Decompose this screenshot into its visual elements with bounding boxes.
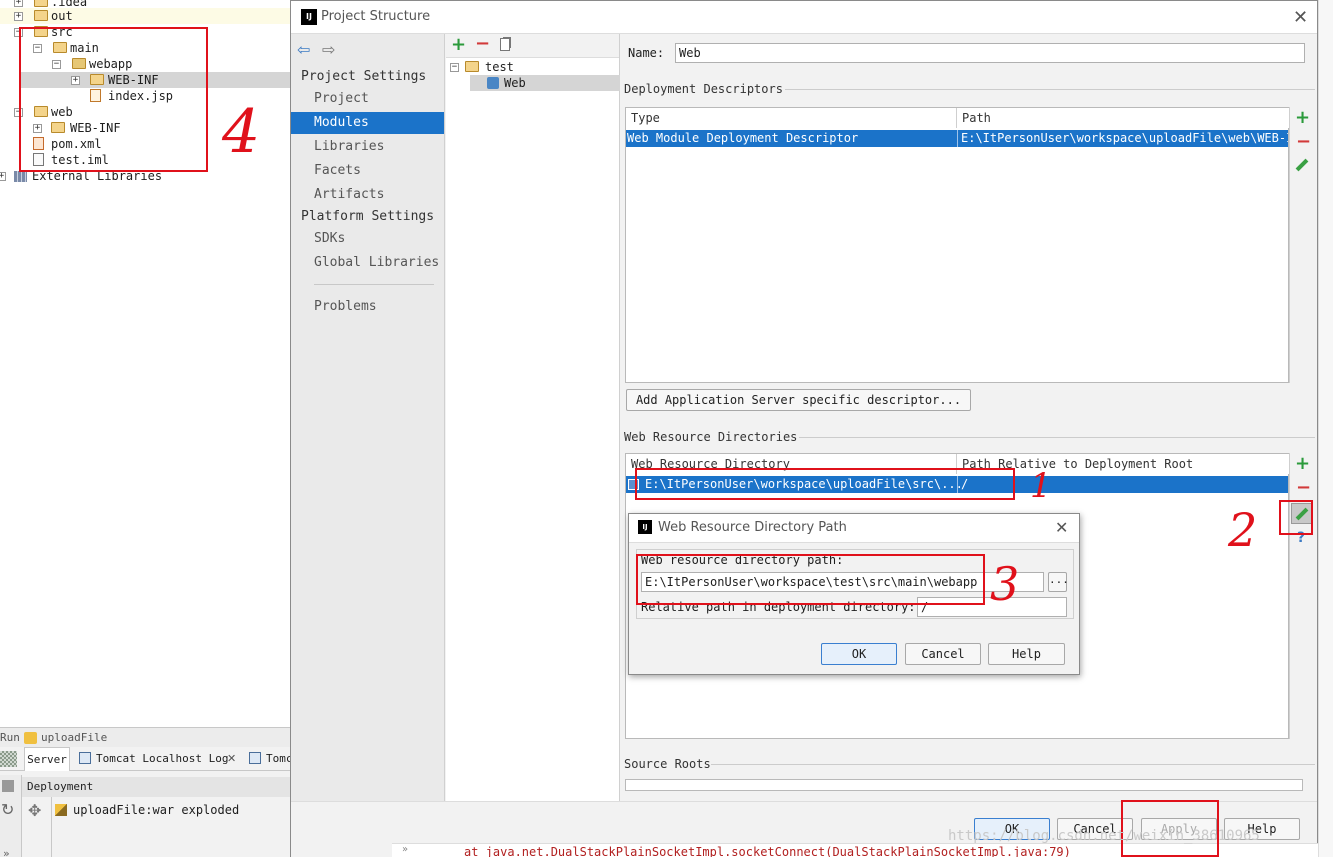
nav-item-sdks[interactable]: SDKs	[291, 228, 444, 250]
deployment-descriptors-header: Deployment Descriptors	[624, 82, 783, 96]
deployment-descriptors-table[interactable]: Type Path Web Module Deployment Descript…	[625, 107, 1290, 383]
collapse-icon[interactable]: −	[450, 63, 459, 72]
source-roots-header: Source Roots	[624, 757, 711, 771]
edit-icon[interactable]	[1295, 158, 1309, 172]
web-resource-directories-header: Web Resource Directories	[624, 430, 798, 444]
tomcat-icon	[24, 732, 37, 744]
browse-button[interactable]: ...	[1048, 572, 1069, 592]
web-facet-icon	[487, 77, 499, 89]
section-divider	[785, 89, 1315, 90]
move-icon[interactable]: ✥	[28, 801, 41, 820]
expand-icon[interactable]: +	[14, 0, 23, 7]
cancel-button[interactable]: Cancel	[905, 643, 981, 665]
project-structure-dialog: IJ Project Structure ✕ ⇦ ⇨ Project Setti…	[290, 0, 1318, 857]
help-button[interactable]: Help	[988, 643, 1065, 665]
close-tab-icon[interactable]: ✕	[227, 747, 236, 771]
run-panel: Run uploadFile Server Tomcat Localhost L…	[0, 727, 292, 857]
settings-nav: ⇦ ⇨ Project Settings Project Modules Lib…	[291, 34, 445, 801]
nav-item-libraries[interactable]: Libraries	[291, 136, 444, 158]
copy-icon[interactable]	[500, 38, 510, 51]
stop-icon[interactable]	[2, 780, 14, 792]
annotation-number-2: 2	[1228, 503, 1258, 557]
descriptor-toolbar: + −	[1289, 107, 1313, 383]
annotation-box-path-input	[636, 554, 985, 605]
close-icon[interactable]: ✕	[1055, 519, 1068, 537]
sub-dialog-title-bar: IJ Web Resource Directory Path ✕	[629, 514, 1079, 543]
expand-icon[interactable]: +	[14, 12, 23, 21]
folder-icon	[34, 0, 48, 7]
add-icon[interactable]: +	[1295, 455, 1310, 473]
section-divider	[799, 437, 1315, 438]
platform-settings-header: Platform Settings	[301, 209, 435, 224]
run-side-toolbar: ↻ »	[0, 775, 22, 857]
background-editor-edge	[1318, 0, 1333, 857]
annotation-box-project-tree	[19, 27, 208, 172]
column-header-type[interactable]: Type	[626, 108, 957, 128]
ok-button[interactable]: OK	[821, 643, 897, 665]
folder-icon	[34, 10, 48, 21]
add-icon[interactable]: +	[1295, 109, 1310, 127]
remove-icon[interactable]: −	[475, 35, 490, 53]
close-icon[interactable]: ✕	[1293, 9, 1308, 27]
facet-editor: Name: Web Deployment Descriptors Type Pa…	[621, 34, 1317, 801]
annotation-box-resource-row	[635, 468, 1015, 500]
log-icon	[79, 752, 91, 764]
intellij-logo-icon: IJ	[301, 9, 317, 25]
run-tabs: Server Tomcat Localhost Log ✕ Tomc	[0, 747, 292, 771]
module-folder-icon	[465, 61, 479, 72]
nav-item-facets[interactable]: Facets	[291, 160, 444, 182]
module-tree-web[interactable]: Web	[470, 75, 620, 91]
deployment-header: Deployment	[22, 777, 292, 797]
module-tree: + − − test Web	[446, 34, 620, 801]
nav-item-project[interactable]: Project	[291, 88, 444, 110]
column-header-path[interactable]: Path	[957, 108, 1290, 128]
artifact-icon	[55, 804, 67, 816]
nav-item-problems[interactable]: Problems	[291, 296, 444, 318]
annotation-number-3: 3	[990, 557, 1020, 611]
watermark: https://blog.csdn.net/weixin_38610965	[948, 828, 1260, 844]
dialog-title: Project Structure	[321, 9, 431, 24]
nav-item-global-libraries[interactable]: Global Libraries	[291, 252, 444, 274]
annotation-number-4: 4	[222, 97, 261, 167]
source-roots-list[interactable]	[625, 779, 1303, 791]
tab-tomcat-catalina-log[interactable]: Tomc	[246, 747, 292, 771]
tab-server[interactable]: Server	[24, 747, 70, 771]
sub-dialog-title: Web Resource Directory Path	[658, 520, 847, 535]
more-icon[interactable]: »	[402, 844, 408, 855]
tab-tomcat-localhost-log[interactable]: Tomcat Localhost Log ✕	[76, 747, 242, 771]
forward-arrow-icon[interactable]: ⇨	[322, 40, 335, 59]
add-icon[interactable]: +	[451, 36, 466, 54]
tree-item-out[interactable]: + out	[0, 8, 292, 24]
deployment-toolbar: ✥	[22, 797, 52, 857]
log-icon	[249, 752, 261, 764]
name-input[interactable]: Web	[675, 43, 1305, 63]
section-divider	[711, 764, 1315, 765]
back-arrow-icon[interactable]: ⇦	[297, 40, 310, 59]
nav-divider	[314, 284, 434, 285]
web-resource-toolbar: + − ?	[1289, 453, 1313, 739]
remove-icon[interactable]: −	[1296, 479, 1311, 497]
intellij-logo-icon: IJ	[638, 520, 652, 534]
restart-icon[interactable]	[0, 751, 17, 767]
project-settings-header: Project Settings	[301, 69, 427, 84]
nav-item-modules[interactable]: Modules	[291, 112, 444, 134]
name-label: Name:	[628, 46, 665, 60]
table-row[interactable]: Web Module Deployment Descriptor E:\ItPe…	[626, 130, 1288, 147]
console-line: at java.net.DualStackPlainSocketImpl.soc…	[464, 845, 1071, 857]
dialog-title-bar: IJ Project Structure ✕	[291, 1, 1317, 34]
add-server-descriptor-button[interactable]: Add Application Server specific descript…	[626, 389, 971, 411]
remove-icon[interactable]: −	[1296, 133, 1311, 151]
annotation-number-1: 1	[1030, 466, 1052, 506]
expand-icon[interactable]: +	[0, 172, 6, 181]
more-icon[interactable]: »	[3, 847, 10, 857]
annotation-box-edit-button	[1279, 500, 1313, 535]
nav-item-artifacts[interactable]: Artifacts	[291, 184, 444, 206]
module-tree-root[interactable]: − test	[450, 59, 620, 75]
module-toolbar: + −	[446, 34, 619, 58]
library-icon	[14, 171, 27, 182]
refresh-icon[interactable]: ↻	[1, 800, 14, 819]
run-header: Run uploadFile	[0, 727, 292, 747]
